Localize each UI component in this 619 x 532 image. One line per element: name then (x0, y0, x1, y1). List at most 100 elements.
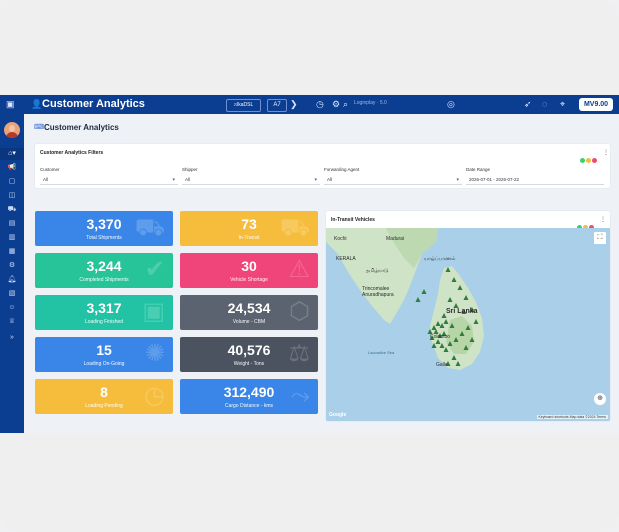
vehicle-marker-icon[interactable] (451, 355, 457, 360)
customer-select[interactable]: All ▾ (40, 175, 178, 185)
google-logo: Google (329, 412, 347, 418)
vehicle-marker-icon[interactable] (445, 267, 451, 272)
chevron-down-icon: ▾ (456, 177, 459, 183)
chevron-down-icon: ▾ (172, 177, 175, 183)
minimize-dot[interactable] (580, 158, 585, 163)
vehicle-marker-icon[interactable] (457, 285, 463, 290)
date-range-label: Date Range (466, 167, 491, 172)
tile-value: 15 (96, 342, 112, 358)
fullscreen-icon[interactable]: ⛶ (594, 232, 606, 244)
map-label-anura: Anuradhapura (362, 292, 394, 298)
package-icon[interactable]: ◫ (0, 190, 24, 202)
forwarding-agent-select[interactable]: All ▾ (324, 175, 462, 185)
vehicle-marker-icon[interactable] (453, 337, 459, 342)
box-icon[interactable]: ▢ (0, 176, 24, 188)
trophy-icon[interactable]: ♕ (0, 316, 24, 328)
close-dot[interactable] (592, 158, 597, 163)
analytics-icon: ⌨ (34, 124, 45, 131)
shipper-select[interactable]: All ▾ (182, 175, 320, 185)
tile-loading-finished[interactable]: ▣ 3,317 Loading Finished (35, 295, 173, 330)
help-icon[interactable]: ◎ (447, 99, 455, 110)
chevron-right-icon[interactable]: ❯ (290, 99, 298, 110)
version-button[interactable]: MV9.00 (579, 98, 613, 111)
tile-value: 8 (100, 384, 108, 400)
company-logo[interactable]: ෆlkaDSL (226, 99, 261, 112)
tile-label: In-Transit (238, 235, 260, 241)
map-view[interactable]: Kochi Madurai KERALA தமிழ்நாடு யாழ்ப்பாண… (326, 228, 610, 421)
truck-icon[interactable]: ⛟ (0, 204, 24, 216)
vehicle-marker-icon[interactable] (459, 331, 465, 336)
shipper-label: Shipper (182, 167, 198, 172)
app-title: Customer Analytics (42, 98, 145, 110)
tile-volume-cbm[interactable]: ⬡ 24,534 Volume - CBM (180, 295, 318, 330)
vehicle-marker-icon[interactable] (449, 323, 455, 328)
tile-completed-shipments[interactable]: ✔ 3,244 Completed Shipments (35, 253, 173, 288)
avatar[interactable] (4, 122, 20, 138)
vehicle-marker-icon[interactable] (421, 289, 427, 294)
vehicle-marker-icon[interactable] (463, 345, 469, 350)
bell-icon[interactable]: 🔔︎ (0, 274, 24, 286)
map-label-sri-lanka: Sri Lanka (446, 308, 478, 315)
search-icon[interactable]: ⌕ (343, 99, 348, 110)
date-range-input[interactable]: 2026-07-01 - 2026-07-22 (466, 175, 604, 185)
tile-total-shipments[interactable]: ⛟ 3,370 Total Shipments (35, 211, 173, 246)
vehicle-marker-icon[interactable] (443, 319, 449, 324)
tile-label: Vehicle Shortage (230, 277, 268, 283)
map-label-madurai: Madurai (386, 236, 405, 242)
tile-value: 3,317 (86, 300, 122, 316)
location-icon[interactable]: ⌖ (560, 99, 565, 110)
tile-cargo-distance[interactable]: ⤳ 312,490 Cargo Distance - kms (180, 379, 318, 414)
tile-in-transit[interactable]: ⛟ 73 In-Transit (180, 211, 318, 246)
expand-icon[interactable]: » (0, 332, 24, 344)
map-label-jaffna: யாழ்ப்பாணம் (424, 256, 456, 262)
vehicle-marker-icon[interactable] (465, 325, 471, 330)
recenter-icon[interactable]: ⊕ (594, 393, 606, 405)
clock-icon[interactable]: ◷ (316, 99, 324, 110)
briefcase-icon[interactable]: ▣ (6, 99, 15, 110)
tile-vehicle-shortage[interactable]: ⚠ 30 Vehicle Shortage (180, 253, 318, 288)
vehicle-marker-icon[interactable] (435, 321, 441, 326)
chat-icon[interactable]: ◌ (542, 99, 547, 110)
chevron-down-icon: ▾ (314, 177, 317, 183)
vehicle-marker-icon[interactable] (455, 361, 461, 366)
map-label-tamil: தமிழ்நாடு (366, 268, 389, 274)
archive-icon[interactable]: ▤ (0, 218, 24, 230)
in-transit-map-card: In-Transit Vehicles ⋮ Kochi Madurai KERA… (326, 211, 610, 421)
more-icon[interactable]: ⋮ (603, 149, 609, 156)
collapse-dot[interactable] (586, 158, 591, 163)
vehicle-marker-icon[interactable] (447, 341, 453, 346)
tile-loading-pending[interactable]: ◷ 8 Loading Pending (35, 379, 173, 414)
vehicle-marker-icon[interactable] (447, 297, 453, 302)
user-icon[interactable]: ☺ (0, 302, 24, 314)
tile-weight-tons[interactable]: ⚖ 40,576 Weight - Tons (180, 337, 318, 372)
tile-loading-ongoing[interactable]: ✺ 15 Loading On-Going (35, 337, 173, 372)
vehicle-marker-icon[interactable] (451, 277, 457, 282)
gear-icon[interactable]: ⚙ (0, 260, 24, 272)
tile-value: 40,576 (227, 342, 271, 358)
tile-value: 30 (241, 258, 257, 274)
tile-value: 24,534 (227, 300, 271, 316)
header-status-text: Loginplay · 5.0 (354, 100, 387, 106)
map-attribution[interactable]: Keyboard shortcuts Map data ©2024 Terms (536, 415, 608, 419)
tile-value: 3,370 (86, 216, 122, 232)
document-icon[interactable]: ▦ (0, 246, 24, 258)
user-icon: 👤 (31, 99, 43, 109)
window-controls (579, 150, 597, 168)
forwarding-agent-label: Forwarding Agent (324, 167, 360, 172)
language-selector[interactable]: A7 (267, 99, 287, 112)
more-icon[interactable]: ⋮ (600, 216, 606, 223)
vehicle-marker-icon[interactable] (463, 295, 469, 300)
sidebar: ⌂▾ 📢 ▢ ◫ ⛟ ▤ ▥ ▦ ⚙ 🔔︎ ▧ ☺ ♕ » (0, 114, 24, 433)
building-icon[interactable]: ▥ (0, 232, 24, 244)
calendar-icon[interactable]: ▧ (0, 288, 24, 300)
filters-card: Customer Analytics Filters ⋮ Customer Al… (35, 144, 610, 188)
vehicle-marker-icon[interactable] (469, 337, 475, 342)
vehicle-marker-icon[interactable] (473, 319, 479, 324)
settings-icon[interactable]: ⚙ (332, 99, 340, 110)
megaphone-icon[interactable]: 📢 (0, 162, 24, 174)
rocket-icon[interactable]: ➶ (524, 99, 532, 110)
home-icon[interactable]: ⌂▾ (0, 148, 24, 160)
tile-value: 73 (241, 216, 257, 232)
map-title: In-Transit Vehicles (331, 217, 375, 223)
vehicle-marker-icon[interactable] (415, 297, 421, 302)
